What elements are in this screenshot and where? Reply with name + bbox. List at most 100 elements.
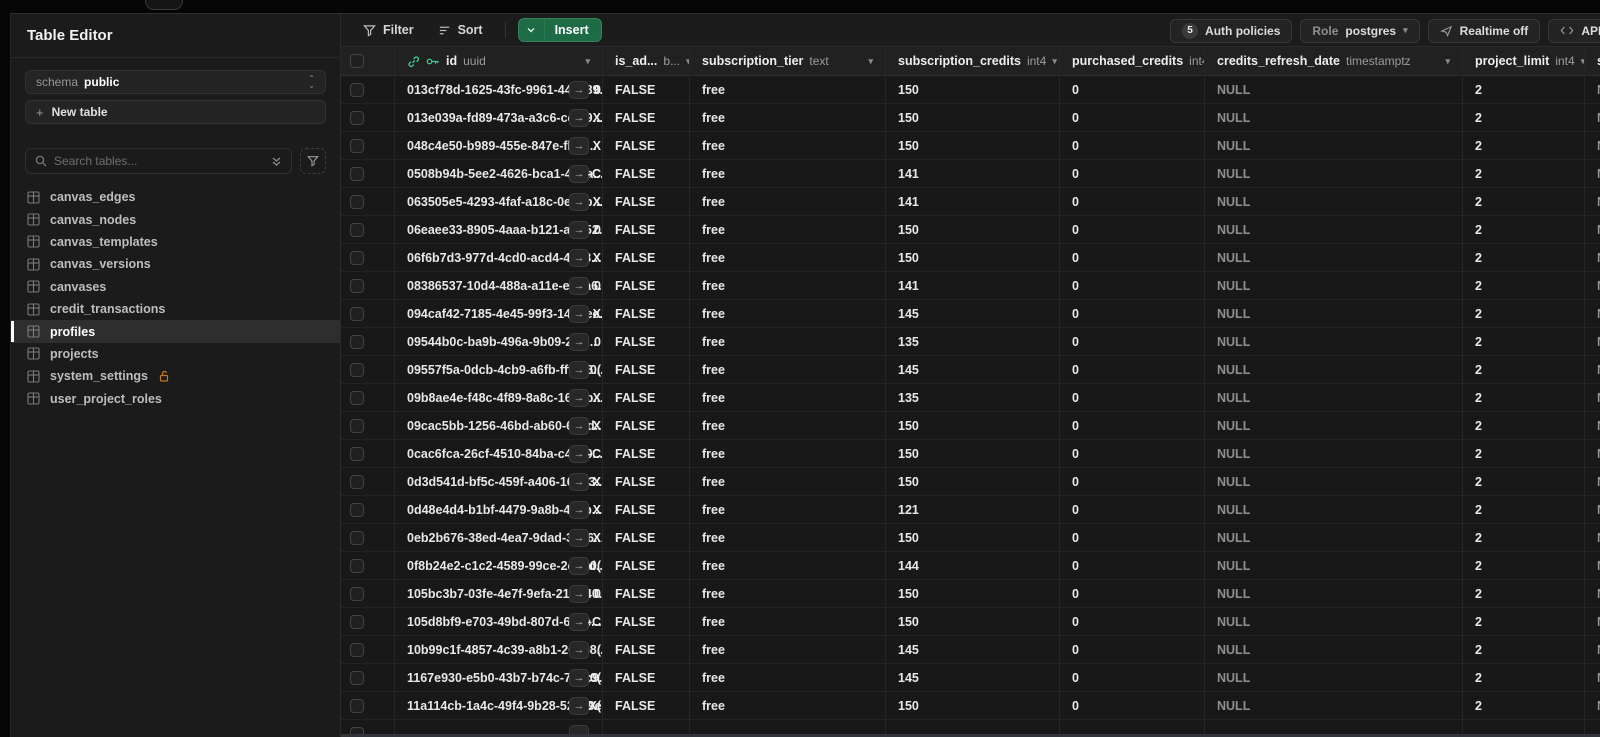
cell-purchased-credits[interactable]: 0 — [1060, 384, 1205, 411]
cell-purchased-credits[interactable]: 0 — [1060, 412, 1205, 439]
row-checkbox[interactable] — [350, 278, 364, 293]
cell-project-limit[interactable]: 2 — [1463, 216, 1585, 243]
cell-subscription-tier[interactable]: free — [690, 328, 886, 355]
cell-credits-refresh-date[interactable]: NULL — [1205, 104, 1463, 131]
cell-id[interactable]: 013e039a-fd89-473a-a3c6-ccfa9... → X — [395, 104, 603, 131]
expand-row-button[interactable]: → — [569, 108, 589, 127]
cell-project-limit[interactable]: 2 — [1463, 692, 1585, 719]
filter-tables-button[interactable] — [300, 148, 326, 174]
cell-credits-refresh-date[interactable]: NULL — [1205, 580, 1463, 607]
cell-is-admin[interactable]: FALSE — [603, 384, 690, 411]
cell-subscription-tier[interactable]: free — [690, 188, 886, 215]
cell-purchased-credits[interactable]: 0 — [1060, 580, 1205, 607]
cell-subscription-tier[interactable]: free — [690, 412, 886, 439]
sidebar-table-item[interactable]: system_settings — [11, 365, 340, 387]
cell-id[interactable]: 0d3d541d-bf5c-459f-a406-16b93... → X — [395, 468, 603, 495]
cell-is-admin[interactable]: FALSE — [603, 580, 690, 607]
table-row[interactable]: 0eb2b676-38ed-4ea7-9dad-38e6... → X FALS… — [341, 524, 1600, 552]
row-checkbox[interactable] — [350, 82, 364, 97]
row-checkbox[interactable] — [350, 138, 364, 153]
cell-project-limit[interactable]: 2 — [1463, 496, 1585, 523]
cell-purchased-credits[interactable]: 0 — [1060, 244, 1205, 271]
row-checkbox[interactable] — [350, 614, 364, 629]
cell-subscription-credits[interactable]: 150 — [886, 580, 1060, 607]
cell-subscription-credits[interactable]: 150 — [886, 216, 1060, 243]
expand-row-button[interactable]: → — [569, 388, 589, 407]
table-row[interactable]: 09cac5bb-1256-46bd-ab60-64ed... → X FALS… — [341, 412, 1600, 440]
row-checkbox[interactable] — [350, 390, 364, 405]
api-docs-button[interactable]: API Docs — [1548, 18, 1600, 43]
cell-project-limit[interactable]: 2 — [1463, 636, 1585, 663]
cell-subscription-credits[interactable]: 150 — [886, 412, 1060, 439]
cell-is-admin[interactable]: FALSE — [603, 496, 690, 523]
row-checkbox[interactable] — [350, 502, 364, 517]
cell-is-admin[interactable]: FALSE — [603, 468, 690, 495]
cell-purchased-credits[interactable]: 0 — [1060, 496, 1205, 523]
cell-subscription-credits[interactable]: 141 — [886, 272, 1060, 299]
cell-subscription-credits[interactable]: 145 — [886, 636, 1060, 663]
row-checkbox[interactable] — [350, 306, 364, 321]
cell-subscription-tier[interactable]: free — [690, 552, 886, 579]
cell-subscription-credits[interactable]: 150 — [886, 76, 1060, 103]
cell-credits-refresh-date[interactable]: NULL — [1205, 132, 1463, 159]
row-checkbox[interactable] — [350, 446, 364, 461]
cell-is-admin[interactable]: FALSE — [603, 272, 690, 299]
row-checkbox[interactable] — [350, 250, 364, 265]
cell-is-admin[interactable]: FALSE — [603, 216, 690, 243]
cell-subscription-tier[interactable]: free — [690, 104, 886, 131]
cell-credits-refresh-date[interactable]: NULL — [1205, 552, 1463, 579]
expand-row-button[interactable]: → — [569, 556, 589, 575]
expand-row-button[interactable]: → — [569, 500, 589, 519]
expand-row-button[interactable]: → — [569, 360, 589, 379]
cell-credits-refresh-date[interactable]: NULL — [1205, 300, 1463, 327]
cell-project-limit[interactable]: 2 — [1463, 440, 1585, 467]
cell-clipped[interactable]: NULL — [1585, 692, 1600, 719]
cell-project-limit[interactable]: 2 — [1463, 160, 1585, 187]
cell-purchased-credits[interactable]: 0 — [1060, 104, 1205, 131]
cell-id[interactable]: 0508b94b-5ee2-4626-bca1-4bca... → -C — [395, 160, 603, 187]
cell-is-admin[interactable]: FALSE — [603, 188, 690, 215]
cell-id[interactable]: 0d48e4d4-b1bf-4479-9a8b-4a4b... → X — [395, 496, 603, 523]
row-checkbox[interactable] — [350, 642, 364, 657]
role-select-button[interactable]: Role postgres ▾ — [1300, 18, 1420, 43]
cell-id[interactable]: 048c4e50-b989-455e-847e-fb2f... → X — [395, 132, 603, 159]
cell-subscription-credits[interactable]: 144 — [886, 552, 1060, 579]
cell-clipped[interactable]: NULL — [1585, 104, 1600, 131]
cell-subscription-tier[interactable]: free — [690, 132, 886, 159]
row-checkbox[interactable] — [350, 166, 364, 181]
column-header-project-limit[interactable]: project_limit int4 ▾ — [1463, 47, 1585, 75]
cell-credits-refresh-date[interactable]: NULL — [1205, 412, 1463, 439]
sidebar-table-item[interactable]: profiles — [11, 320, 340, 343]
cell-credits-refresh-date[interactable]: NULL — [1205, 524, 1463, 551]
cell-id[interactable]: 063505e5-4293-4faf-a18c-0e65b... → X — [395, 188, 603, 215]
cell-clipped[interactable]: NULL — [1585, 608, 1600, 635]
cell-is-admin[interactable]: FALSE — [603, 552, 690, 579]
column-menu-icon[interactable]: ▾ — [585, 56, 590, 67]
expand-row-button[interactable]: → — [569, 612, 589, 631]
sidebar-table-item[interactable]: user_project_roles — [11, 388, 340, 410]
cell-clipped[interactable]: NULL — [1585, 524, 1600, 551]
sidebar-table-item[interactable]: canvas_templates — [11, 231, 340, 253]
cell-is-admin[interactable]: FALSE — [603, 412, 690, 439]
insert-chevron-icon[interactable] — [519, 19, 545, 41]
expand-row-button[interactable]: → — [569, 472, 589, 491]
table-row[interactable]: 048c4e50-b989-455e-847e-fb2f... → X FALS… — [341, 132, 1600, 160]
row-checkbox[interactable] — [350, 110, 364, 125]
cell-credits-refresh-date[interactable]: NULL — [1205, 216, 1463, 243]
cell-id[interactable]: 09b8ae4e-f48c-4f89-8a8c-1629b... → X — [395, 384, 603, 411]
cell-id[interactable]: 08386537-10d4-488a-a11e-eb5a6... → 0 — [395, 272, 603, 299]
cell-id[interactable]: 094caf42-7185-4e45-99f3-14abee... → X — [395, 300, 603, 327]
new-table-button[interactable]: + New table — [25, 100, 326, 124]
sidebar-table-item[interactable]: canvases — [11, 276, 340, 298]
expand-row-button[interactable]: → — [569, 696, 589, 715]
cell-credits-refresh-date[interactable]: NULL — [1205, 160, 1463, 187]
column-menu-icon[interactable]: ▾ — [1445, 56, 1450, 67]
row-checkbox[interactable] — [350, 194, 364, 209]
cell-purchased-credits[interactable]: 0 — [1060, 76, 1205, 103]
cell-credits-refresh-date[interactable]: NULL — [1205, 468, 1463, 495]
row-checkbox[interactable] — [350, 222, 364, 237]
cell-is-admin[interactable]: FALSE — [603, 300, 690, 327]
schema-select[interactable]: schema public ⌃ ⌄ — [25, 70, 326, 94]
table-row[interactable]: 013e039a-fd89-473a-a3c6-ccfa9... → X FAL… — [341, 104, 1600, 132]
cell-project-limit[interactable]: 2 — [1463, 664, 1585, 691]
